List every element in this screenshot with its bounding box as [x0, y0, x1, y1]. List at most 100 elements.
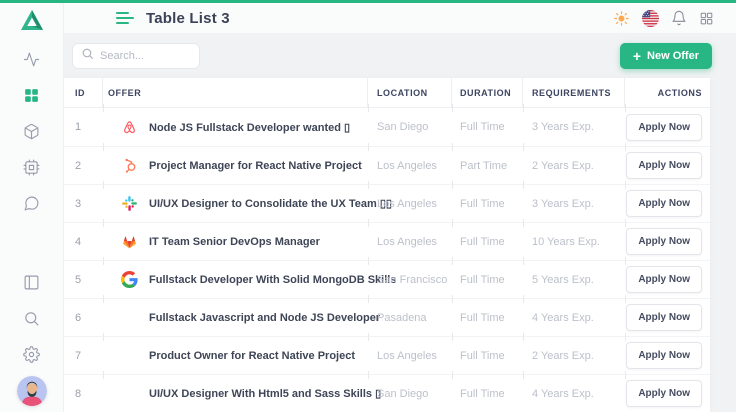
- sun-icon[interactable]: [613, 10, 630, 27]
- offer-id-cell: 6: [64, 299, 103, 336]
- avatar-illustration-icon: [17, 376, 47, 406]
- offer-title: Fullstack Developer With Solid MongoDB S…: [149, 274, 396, 286]
- column-header-offer: OFFER: [103, 78, 368, 107]
- offer-id-cell: 4: [64, 223, 103, 260]
- new-offer-button[interactable]: + New Offer: [620, 43, 712, 69]
- apply-now-button[interactable]: Apply Now: [626, 114, 702, 141]
- offer-location: San Francisco: [368, 261, 452, 298]
- main-content: + New Offer IDOFFERLOCATIONDURATIONREQUI…: [64, 33, 736, 412]
- search-icon[interactable]: [14, 300, 50, 336]
- search-box[interactable]: [72, 43, 200, 69]
- toolbar: + New Offer: [64, 33, 736, 78]
- top-accent-bar: [0, 0, 736, 3]
- airbnb-icon: [121, 119, 138, 136]
- offer-id-cell: 8: [64, 375, 103, 412]
- offer-id-cell: 7: [64, 337, 103, 374]
- offer-actions-cell: Apply Now: [625, 299, 710, 336]
- table-row: 1 Node JS Fullstack Developer wanted ▯ S…: [64, 108, 710, 146]
- hubspot-icon: [121, 157, 138, 174]
- offer-actions-cell: Apply Now: [625, 261, 710, 298]
- offer-requirements: 4 Years Exp.: [523, 299, 625, 336]
- offer-requirements: 5 Years Exp.: [523, 261, 625, 298]
- column-header-location: LOCATION: [368, 78, 452, 107]
- table-row: 6 Fullstack Javascript and Node JS Devel…: [64, 298, 710, 336]
- offer-duration: Full Time: [452, 375, 523, 412]
- offer-requirements: 2 Years Exp.: [523, 147, 625, 184]
- user-avatar[interactable]: [17, 376, 47, 406]
- column-header-requirements: REQUIREMENTS: [523, 78, 625, 107]
- offer-id: 2: [75, 160, 81, 172]
- offer-duration: Full Time: [452, 185, 523, 222]
- offer-title: Fullstack Javascript and Node JS Develop…: [149, 312, 380, 324]
- offer-cell: Fullstack Javascript and Node JS Develop…: [103, 299, 368, 336]
- flag-us-icon[interactable]: [642, 10, 659, 27]
- offer-cell: Node JS Fullstack Developer wanted ▯: [103, 108, 368, 146]
- offer-requirements: 3 Years Exp.: [523, 185, 625, 222]
- apply-now-button[interactable]: Apply Now: [626, 380, 702, 407]
- offer-actions-cell: Apply Now: [625, 147, 710, 184]
- chat-icon[interactable]: [14, 185, 50, 221]
- offer-id-cell: 5: [64, 261, 103, 298]
- offer-id-cell: 2: [64, 147, 103, 184]
- offer-requirements: 10 Years Exp.: [523, 223, 625, 260]
- app-logo[interactable]: [0, 3, 63, 37]
- table-row: 3 UI/UX Designer to Consolidate the UX T…: [64, 184, 710, 222]
- offer-requirements: 4 Years Exp.: [523, 375, 625, 412]
- offers-table-card: IDOFFERLOCATIONDURATIONREQUIREMENTSACTIO…: [64, 78, 710, 412]
- offer-duration: Part Time: [452, 147, 523, 184]
- offer-location: Los Angeles: [368, 223, 452, 260]
- offer-duration: Full Time: [452, 108, 523, 146]
- offer-location: Los Angeles: [368, 185, 452, 222]
- offer-actions-cell: Apply Now: [625, 337, 710, 374]
- apps-grid-icon[interactable]: [14, 77, 50, 113]
- apply-now-button[interactable]: Apply Now: [626, 304, 702, 331]
- sidebar: [0, 3, 64, 412]
- offer-title: IT Team Senior DevOps Manager: [149, 236, 320, 248]
- offer-cell: Fullstack Developer With Solid MongoDB S…: [103, 261, 368, 298]
- apply-now-button[interactable]: Apply Now: [626, 152, 702, 179]
- offer-id: 3: [75, 198, 81, 210]
- offer-duration: Full Time: [452, 223, 523, 260]
- column-header-actions: ACTIONS: [625, 78, 710, 107]
- sidebar-nav-bottom: [14, 260, 50, 412]
- search-input[interactable]: [100, 50, 191, 62]
- offer-id: 4: [75, 236, 81, 248]
- offer-id: 5: [75, 274, 81, 286]
- offer-location: San Diego: [368, 375, 452, 412]
- activity-icon[interactable]: [14, 41, 50, 77]
- offer-location: Los Angeles: [368, 147, 452, 184]
- offer-requirements: 2 Years Exp.: [523, 337, 625, 374]
- table-row: 2 Project Manager for React Native Proje…: [64, 146, 710, 184]
- table-row: 5 Fullstack Developer With Solid MongoDB…: [64, 260, 710, 298]
- menu-toggle-icon[interactable]: [116, 11, 134, 25]
- column-header-duration: DURATION: [452, 78, 523, 107]
- apply-now-button[interactable]: Apply Now: [626, 228, 702, 255]
- offer-duration: Full Time: [452, 337, 523, 374]
- offer-id: 1: [75, 121, 81, 133]
- cpu-icon[interactable]: [14, 149, 50, 185]
- offer-id: 8: [75, 388, 81, 400]
- settings-icon[interactable]: [14, 336, 50, 372]
- bell-icon[interactable]: [671, 10, 687, 26]
- table-row: 4 IT Team Senior DevOps Manager Los Ange…: [64, 222, 710, 260]
- layout-sidebar-icon[interactable]: [14, 264, 50, 300]
- no-icon: [121, 385, 138, 402]
- offer-actions-cell: Apply Now: [625, 223, 710, 260]
- app-root: Table List 3 + New Offer IDOFFERLOCATION…: [0, 0, 736, 412]
- column-header-id: ID: [64, 78, 103, 107]
- apply-now-button[interactable]: Apply Now: [626, 342, 702, 369]
- box-icon[interactable]: [14, 113, 50, 149]
- apply-now-button[interactable]: Apply Now: [626, 190, 702, 217]
- logo-triangle-icon: [20, 9, 44, 31]
- apply-now-button[interactable]: Apply Now: [626, 266, 702, 293]
- offer-title: UI/UX Designer With Html5 and Sass Skill…: [149, 387, 381, 400]
- offer-requirements: 3 Years Exp.: [523, 108, 625, 146]
- sidebar-bottom-icons: [14, 264, 50, 372]
- offer-cell: Product Owner for React Native Project: [103, 337, 368, 374]
- offer-actions-cell: Apply Now: [625, 185, 710, 222]
- offer-title: Node JS Fullstack Developer wanted ▯: [149, 121, 350, 134]
- offer-id-cell: 1: [64, 108, 103, 146]
- google-icon: [121, 271, 138, 288]
- grid-squares-icon[interactable]: [699, 11, 714, 26]
- offer-title: Product Owner for React Native Project: [149, 350, 355, 362]
